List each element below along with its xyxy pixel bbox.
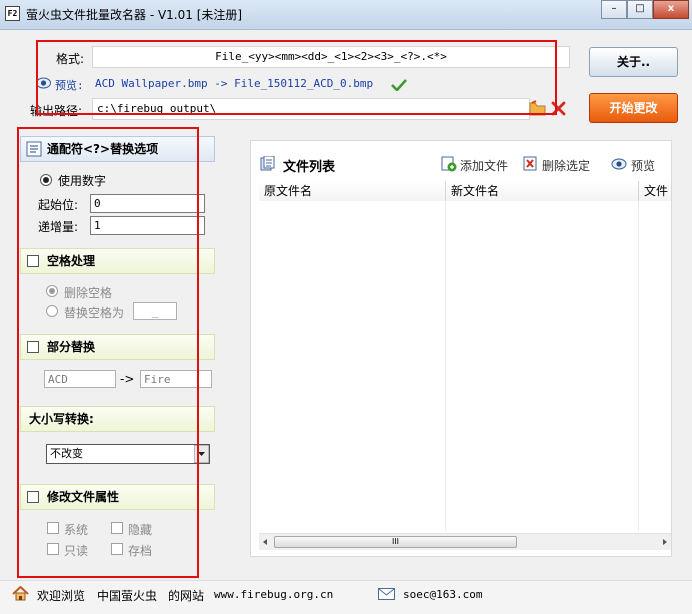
- replace-space-radio[interactable]: [46, 305, 58, 317]
- replace-space-input[interactable]: _: [133, 302, 177, 320]
- column-divider: [445, 201, 446, 531]
- email-link[interactable]: soec@163.com: [403, 588, 482, 601]
- clear-icon[interactable]: [551, 101, 566, 116]
- case-select-value: 不改变: [50, 447, 83, 460]
- eye-icon: [36, 77, 51, 89]
- attrs-checkbox[interactable]: [27, 491, 39, 503]
- case-select[interactable]: 不改变: [46, 444, 210, 464]
- start-input[interactable]: 0: [90, 194, 205, 213]
- delete-space-radio[interactable]: [46, 285, 58, 297]
- hidden-checkbox[interactable]: [111, 522, 123, 534]
- wildcard-section-header: 通配符<?>替换选项: [20, 136, 215, 162]
- folder-icon[interactable]: [529, 100, 547, 117]
- space-section-header: 空格处理: [20, 248, 215, 274]
- options-icon: [26, 141, 42, 157]
- format-input[interactable]: File_<yy><mm><dd>_<1><2><3>_<?>.<*>: [92, 46, 570, 68]
- delete-space-label: 删除空格: [64, 286, 113, 300]
- format-label: 格式:: [56, 52, 85, 66]
- app-icon: F2: [5, 6, 20, 21]
- column-original-name[interactable]: 原文件名: [259, 181, 446, 201]
- mail-icon: [378, 588, 395, 600]
- delete-selected-icon: [523, 156, 537, 171]
- site-url-link[interactable]: www.firebug.org.cn: [214, 588, 333, 601]
- partial-to-input[interactable]: Fire: [140, 370, 212, 388]
- site-name-link[interactable]: 中国萤火虫: [97, 587, 157, 604]
- attrs-section-title: 修改文件属性: [47, 490, 120, 504]
- space-checkbox[interactable]: [27, 255, 39, 267]
- status-bar: 欢迎浏览 中国萤火虫 的网站 www.firebug.org.cn soec@1…: [0, 580, 692, 614]
- partial-section-header: 部分替换: [20, 334, 215, 360]
- welcome-text: 欢迎浏览: [37, 589, 86, 603]
- scroll-left-icon[interactable]: [261, 537, 269, 547]
- title-bar: F2 萤火虫文件批量改名器 - V1.01 [未注册] – □ x: [0, 0, 692, 30]
- partial-checkbox[interactable]: [27, 341, 39, 353]
- column-divider: [638, 201, 639, 531]
- preview-eye-icon: [611, 158, 627, 170]
- system-label: 系统: [64, 523, 89, 537]
- start-rename-button[interactable]: 开始更改: [589, 93, 678, 123]
- scroll-right-icon[interactable]: [661, 537, 669, 547]
- readonly-label: 只读: [64, 544, 89, 558]
- delete-selected-button[interactable]: 删除选定: [542, 157, 590, 174]
- horizontal-scrollbar[interactable]: III: [259, 533, 671, 550]
- output-path-input[interactable]: c:\firebug_output\: [92, 98, 530, 120]
- window-title: 萤火虫文件批量改名器 - V1.01 [未注册]: [26, 8, 243, 22]
- maximize-button[interactable]: □: [627, 0, 653, 19]
- about-button[interactable]: 关于..: [589, 47, 678, 77]
- site-suffix-text: 的网站: [168, 589, 205, 603]
- readonly-checkbox[interactable]: [47, 543, 59, 555]
- preview-button[interactable]: 预览: [631, 157, 655, 174]
- file-list-panel: 文件列表 添加文件 删除选定 预览 原文件名 新文件名 文件 III: [250, 140, 672, 557]
- add-file-icon: [441, 156, 457, 172]
- use-number-label: 使用数字: [58, 174, 107, 188]
- file-list-title: 文件列表: [283, 160, 336, 175]
- close-button[interactable]: x: [653, 0, 689, 19]
- add-file-button[interactable]: 添加文件: [460, 157, 508, 174]
- wildcard-section-title: 通配符<?>替换选项: [47, 142, 159, 156]
- column-file[interactable]: 文件: [639, 181, 671, 201]
- chevron-down-icon[interactable]: [194, 445, 209, 463]
- preview-text: ACD Wallpaper.bmp -> File_150112_ACD_0.b…: [95, 77, 374, 90]
- archive-checkbox[interactable]: [111, 543, 123, 555]
- file-list-icon: [260, 156, 275, 171]
- partial-from-input[interactable]: ACD: [44, 370, 116, 388]
- output-path-label: 输出路径:: [30, 104, 83, 118]
- hidden-label: 隐藏: [128, 523, 153, 537]
- archive-label: 存档: [128, 544, 153, 558]
- replace-space-label: 替换空格为: [64, 306, 125, 320]
- start-label: 起始位:: [38, 198, 79, 212]
- partial-section-title: 部分替换: [47, 340, 96, 354]
- step-label: 递增量:: [38, 220, 79, 234]
- minimize-button[interactable]: –: [601, 0, 627, 19]
- system-checkbox[interactable]: [47, 522, 59, 534]
- replace-arrow: ->: [120, 372, 135, 386]
- home-icon: [12, 586, 29, 601]
- step-input[interactable]: 1: [90, 216, 205, 235]
- space-section-title: 空格处理: [47, 254, 96, 268]
- case-section-title: 大小写转换:: [29, 412, 94, 426]
- preview-label: 预览:: [55, 79, 84, 92]
- attrs-section-header: 修改文件属性: [20, 484, 215, 510]
- scrollbar-thumb[interactable]: III: [274, 536, 517, 548]
- file-list-header: 原文件名 新文件名 文件: [259, 181, 671, 201]
- check-icon: [391, 79, 407, 91]
- use-number-radio[interactable]: [40, 174, 52, 186]
- column-new-name[interactable]: 新文件名: [446, 181, 639, 201]
- case-section-header: 大小写转换:: [20, 406, 215, 432]
